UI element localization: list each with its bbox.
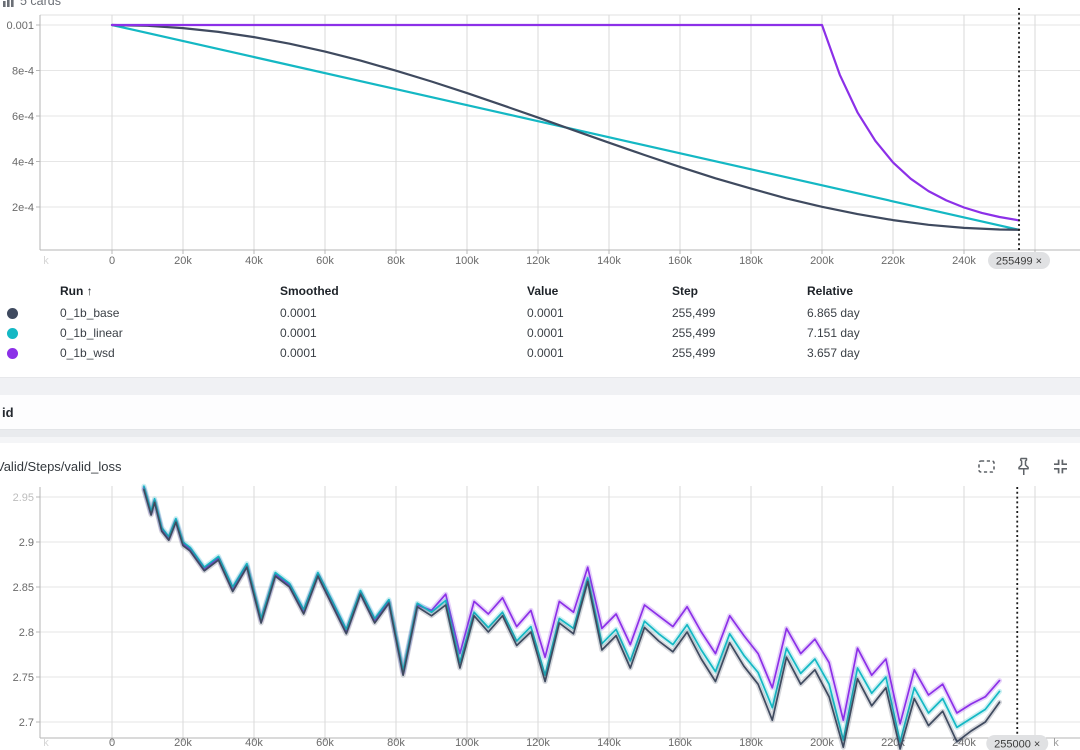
y-tick-label: 4e-4 xyxy=(12,157,34,169)
run-value: 0.0001 xyxy=(527,326,564,340)
x-tick-label: 100k xyxy=(455,255,479,267)
partial-tick-label: k xyxy=(43,255,49,267)
x-tick-label: 180k xyxy=(739,737,763,749)
table-row[interactable]: 0_1b_base 0.0001 0.0001 255,499 6.865 da… xyxy=(0,303,1080,323)
table-header-row: Run ↑ Smoothed Value Step Relative xyxy=(0,281,1080,301)
series-line-0_1b_wsd[interactable] xyxy=(110,23,1021,222)
table-row[interactable]: 0_1b_wsd 0.0001 0.0001 255,499 3.657 day xyxy=(0,343,1080,363)
y-tick-label: 0.001 xyxy=(6,20,34,32)
x-tick-label: 100k xyxy=(455,737,479,749)
run-relative: 3.657 day xyxy=(807,346,860,360)
run-name[interactable]: 0_1b_wsd xyxy=(60,346,280,360)
pin-icon[interactable] xyxy=(1011,454,1035,478)
y-tick-label: 2.85 xyxy=(13,582,34,594)
cards-count-label: 5 cards xyxy=(20,0,61,8)
run-relative: 6.865 day xyxy=(807,306,860,320)
valid-loss-panel: Valid/Steps/valid_loss 2.95 2.9 2.85 2.8 2.7… xyxy=(0,443,1080,750)
panel-actions xyxy=(974,454,1072,478)
col-run[interactable]: Run ↑ xyxy=(60,284,280,298)
x-tick-label: 20k xyxy=(174,255,192,267)
x-tick-label: 60k xyxy=(316,737,334,749)
collapse-icon[interactable] xyxy=(1048,454,1072,478)
run-smoothed: 0.0001 xyxy=(280,326,317,340)
col-smoothed[interactable]: Smoothed xyxy=(280,284,527,298)
col-value[interactable]: Value xyxy=(527,284,672,298)
x-tick-label: 240k xyxy=(952,255,976,267)
valid-loss-chart[interactable]: 2.95 2.9 2.85 2.8 2.75 2.7 0 20k 40k 60k 80k 100k 12… xyxy=(0,443,1080,750)
y-tick-label: 2e-4 xyxy=(12,202,34,214)
run-relative: 7.151 day xyxy=(807,326,860,340)
run-color-dot xyxy=(7,347,18,359)
y-tick-label: 2.9 xyxy=(19,537,34,549)
region-select-icon[interactable] xyxy=(974,454,998,478)
y-tick-label: 2.75 xyxy=(13,672,34,684)
cards-count-header: 5 cards xyxy=(2,0,61,9)
step-marker-badge-label[interactable]: 255499 × xyxy=(996,256,1042,268)
x-tick-label: 140k xyxy=(597,737,621,749)
series-halo-0_1b_base xyxy=(141,487,1002,750)
x-tick-label: 0 xyxy=(109,255,115,267)
run-name[interactable]: 0_1b_linear xyxy=(60,326,280,340)
y-tick-label: 6e-4 xyxy=(12,111,34,123)
x-tick-label: 0 xyxy=(109,737,115,749)
x-tick-label: 180k xyxy=(739,255,763,267)
x-tick-label: 160k xyxy=(668,255,692,267)
x-tick-label: 200k xyxy=(810,737,834,749)
x-tick-label: 160k xyxy=(668,737,692,749)
run-step: 255,499 xyxy=(672,306,716,320)
run-step: 255,499 xyxy=(672,326,716,340)
lr-chart[interactable]: 0.001 8e-4 6e-4 4e-4 2e-4 0 20k 40k 60k 80k 100k 12… xyxy=(0,0,1080,272)
run-value: 0.0001 xyxy=(527,306,564,320)
x-tick-label: 80k xyxy=(387,255,405,267)
partial-tick-label: k xyxy=(1053,737,1059,749)
y-tick-label: 2.95 xyxy=(13,492,34,504)
run-value: 0.0001 xyxy=(527,346,564,360)
x-tick-label: 140k xyxy=(597,255,621,267)
x-tick-label: 40k xyxy=(245,255,263,267)
x-tick-label: 80k xyxy=(387,737,405,749)
panel-title: Valid/Steps/valid_loss xyxy=(0,459,122,474)
run-step: 255,499 xyxy=(672,346,716,360)
col-step[interactable]: Step xyxy=(672,284,807,298)
section-header-bar[interactable]: id xyxy=(0,395,1080,429)
run-name[interactable]: 0_1b_base xyxy=(60,306,280,320)
wandb-workspace: 5 cards 0.001 8e-4 6e-4 4e-4 2e-4 0 20k 40k 60k 8… xyxy=(0,0,1080,750)
y-tick-label: 2.7 xyxy=(19,717,34,729)
section-title: id xyxy=(2,404,14,420)
run-color-dot xyxy=(7,327,18,339)
run-smoothed: 0.0001 xyxy=(280,346,317,360)
panel-gap xyxy=(0,429,1080,437)
x-tick-label: 20k xyxy=(174,737,192,749)
x-tick-label: 60k xyxy=(316,255,334,267)
panel-grid-icon xyxy=(3,0,14,7)
y-tick-label: 8e-4 xyxy=(12,66,34,78)
partial-tick-label: k xyxy=(43,737,49,749)
col-relative[interactable]: Relative xyxy=(807,284,1080,298)
y-tick-label: 2.8 xyxy=(19,627,34,639)
x-tick-label: 40k xyxy=(245,737,263,749)
x-tick-label: 120k xyxy=(526,737,550,749)
run-smoothed: 0.0001 xyxy=(280,306,317,320)
x-tick-label: 220k xyxy=(881,255,905,267)
series-line-0_1b_base[interactable] xyxy=(143,488,1001,750)
run-summary-table: Run ↑ Smoothed Value Step Relative 0_1b_… xyxy=(0,281,1080,363)
table-row[interactable]: 0_1b_linear 0.0001 0.0001 255,499 7.151 … xyxy=(0,323,1080,343)
x-tick-label: 200k xyxy=(810,255,834,267)
x-tick-label: 120k xyxy=(526,255,550,267)
step-marker-badge-label[interactable]: 255000 × xyxy=(994,739,1040,750)
run-color-dot xyxy=(7,307,18,319)
lr-panel: 5 cards 0.001 8e-4 6e-4 4e-4 2e-4 0 20k 40k 60k 8… xyxy=(0,0,1080,377)
panel-gap xyxy=(0,377,1080,396)
